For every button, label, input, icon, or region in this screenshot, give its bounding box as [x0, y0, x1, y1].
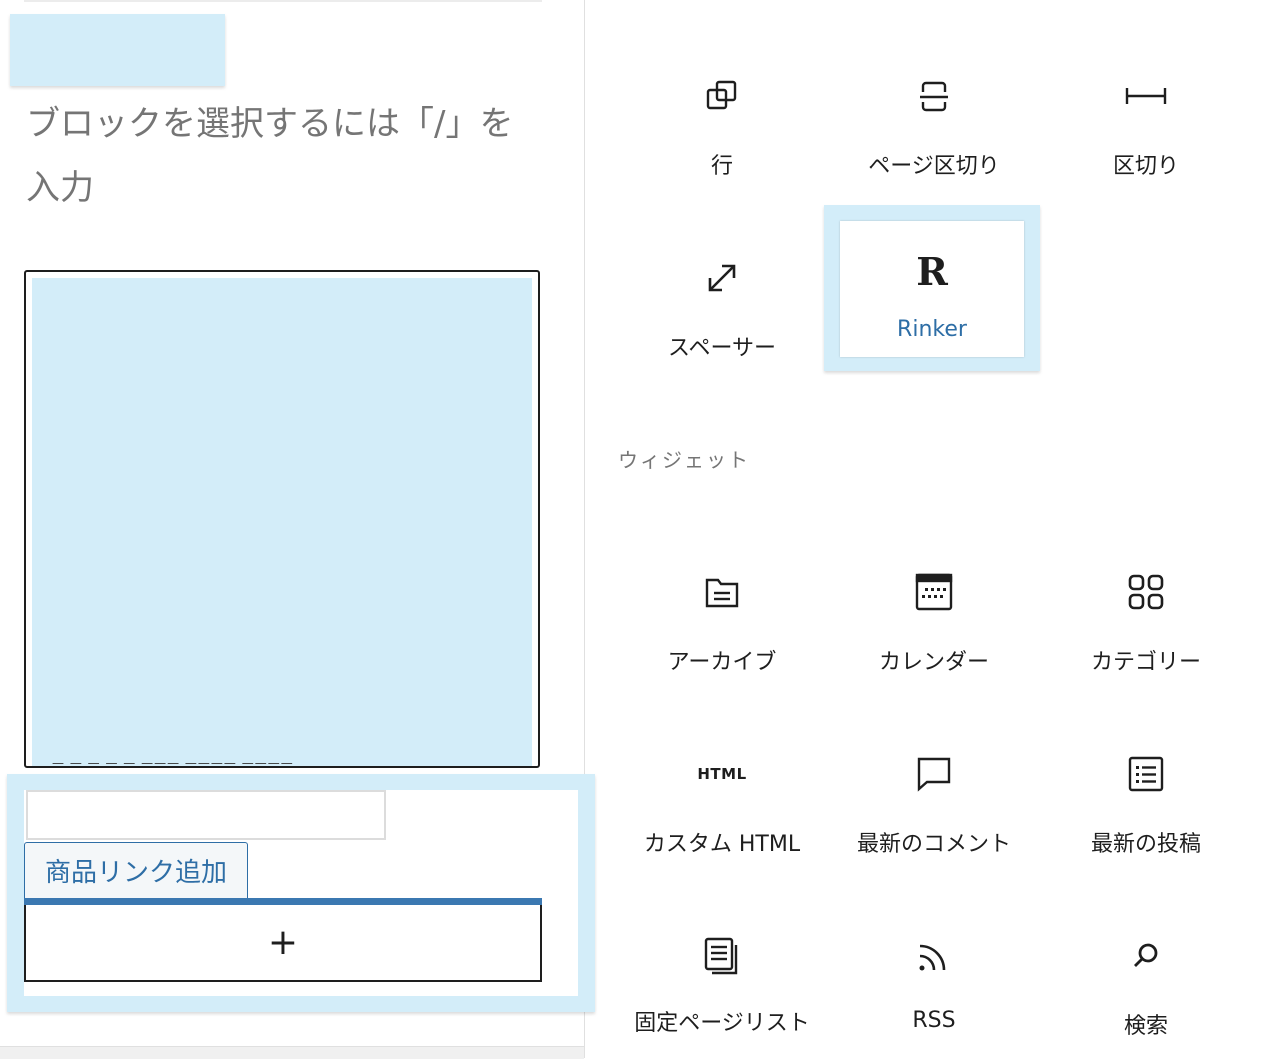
html-icon: HTML [616, 750, 828, 798]
block-placeholder[interactable]: ブロックを選択するには「/」を入力 [26, 92, 546, 220]
block-archive[interactable]: アーカイブ [616, 518, 828, 684]
separator-icon [1040, 72, 1252, 120]
rinker-block[interactable]: 商品リンク追加 + [7, 774, 595, 1012]
block-label: 検索 [1123, 1014, 1168, 1039]
block-rinker[interactable]: R Rinker [824, 205, 1040, 371]
block-calendar[interactable]: カレンダー [828, 518, 1040, 684]
block-spacer[interactable]: スペーサー [616, 204, 828, 370]
spacer-icon [616, 254, 828, 302]
editor-canvas: ブロックを選択するには「/」を入力 — — — — — ——— ———— ———… [0, 0, 595, 1059]
divider [24, 0, 542, 2]
divider [0, 1046, 584, 1059]
block-label: 固定ページリスト [634, 1011, 810, 1036]
block-label: 最新の投稿 [1090, 832, 1201, 857]
block-label: RSS [912, 1008, 956, 1033]
block-page-list[interactable]: 固定ページリスト [616, 882, 828, 1058]
block-label: 最新のコメント [856, 832, 1011, 857]
plus-icon: + [267, 922, 299, 963]
block-categories[interactable]: カテゴリー [1040, 518, 1252, 684]
highlighted-block[interactable] [10, 14, 225, 86]
block-latest-comments[interactable]: 最新のコメント [828, 700, 1040, 866]
block-label: スペーサー [667, 336, 777, 361]
archive-icon [616, 568, 828, 616]
section-title-widgets: ウィジェット [618, 448, 750, 472]
block-row[interactable]: 行 [616, 22, 828, 188]
search-icon [1040, 932, 1252, 980]
block-label: ページ区切り [868, 154, 1000, 179]
page-break-icon [828, 72, 1040, 120]
block-label: Rinker [897, 317, 967, 342]
tab-underline [24, 898, 542, 905]
block-label: カレンダー [878, 650, 989, 675]
block-page-break[interactable]: ページ区切り [828, 22, 1040, 188]
rinker-icon: R [916, 249, 948, 294]
block-label: 行 [710, 154, 733, 179]
block-label: アーカイブ [667, 650, 777, 675]
product-url-input[interactable] [26, 790, 386, 840]
add-product-link-tab[interactable]: 商品リンク追加 [24, 842, 248, 898]
clipped-text: — — — — — ——— ———— ———— [52, 756, 294, 768]
image-block-highlight [32, 278, 532, 766]
block-search[interactable]: 検索 [1040, 882, 1252, 1048]
latest-comments-icon [828, 750, 1040, 798]
row-icon [616, 72, 828, 120]
block-separator[interactable]: 区切り [1040, 22, 1252, 188]
image-block[interactable] [24, 270, 540, 768]
block-latest-posts[interactable]: 最新の投稿 [1040, 700, 1252, 866]
html-icon-text: HTML [697, 765, 747, 783]
block-label: 区切り [1112, 154, 1179, 179]
block-custom-html[interactable]: HTML カスタム HTML [616, 700, 828, 866]
rss-icon [828, 932, 1040, 980]
calendar-icon [828, 568, 1040, 616]
add-block-button[interactable]: + [24, 905, 542, 982]
latest-posts-icon [1040, 750, 1252, 798]
page-list-icon [616, 932, 828, 980]
block-label: カスタム HTML [643, 832, 801, 857]
categories-icon [1040, 568, 1252, 616]
rinker-card: R Rinker [840, 221, 1024, 357]
rinker-block-body: 商品リンク追加 + [24, 790, 578, 996]
block-label: カテゴリー [1090, 650, 1201, 675]
block-rss[interactable]: RSS [828, 882, 1040, 1048]
